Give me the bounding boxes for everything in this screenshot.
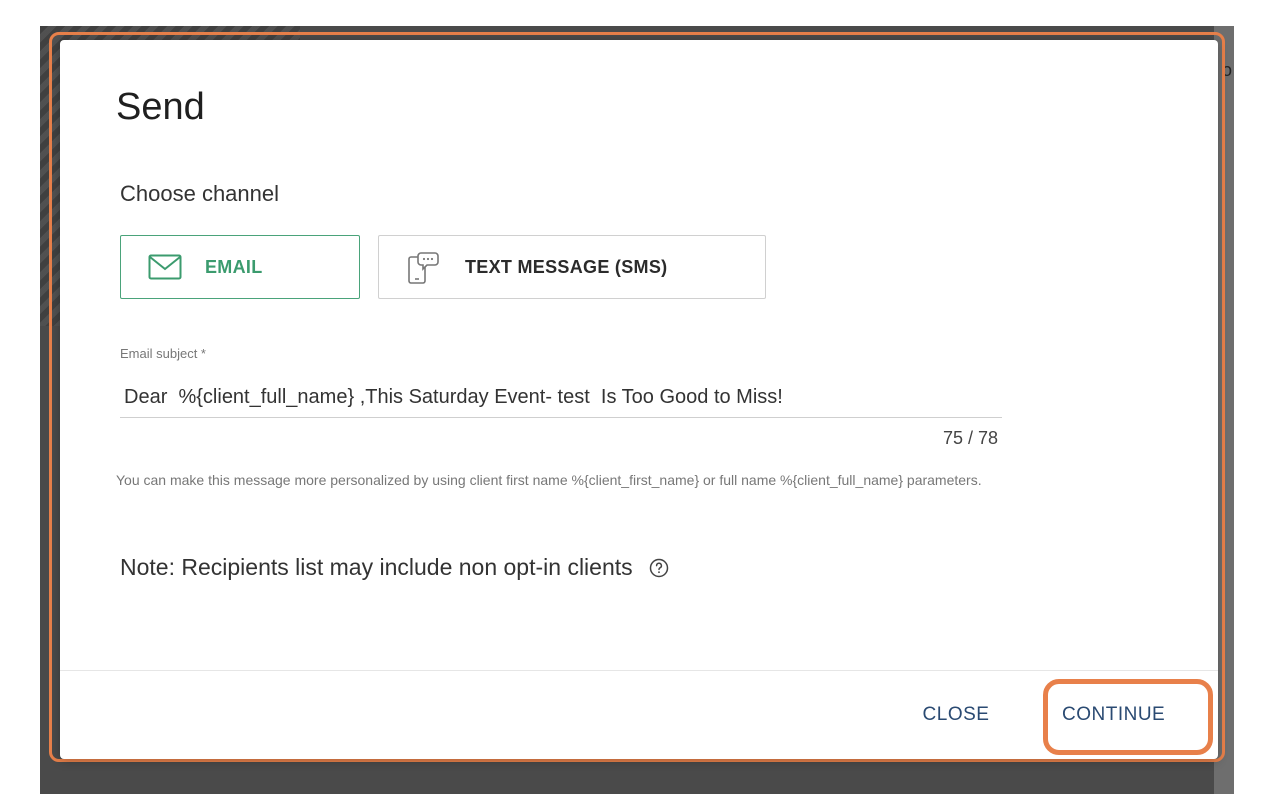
channel-email-label: EMAIL bbox=[205, 256, 263, 277]
footer-divider bbox=[60, 670, 1218, 671]
close-button[interactable]: CLOSE bbox=[906, 695, 1006, 735]
send-dialog: Send Choose channel EMAIL TEXT MESSAGE (… bbox=[60, 40, 1218, 759]
channel-sms-label: TEXT MESSAGE (SMS) bbox=[465, 256, 668, 277]
character-counter: 75 / 78 bbox=[942, 428, 998, 448]
channel-sms-button[interactable]: TEXT MESSAGE (SMS) bbox=[378, 235, 766, 299]
help-icon[interactable] bbox=[649, 558, 669, 578]
personalization-hint: You can make this message more personali… bbox=[116, 472, 982, 488]
channel-email-button[interactable]: EMAIL bbox=[120, 235, 360, 299]
choose-channel-label: Choose channel bbox=[120, 181, 280, 206]
opt-in-note: Note: Recipients list may include non op… bbox=[120, 554, 669, 581]
opt-in-note-text: Note: Recipients list may include non op… bbox=[120, 554, 633, 580]
email-subject-label: Email subject * bbox=[120, 346, 206, 361]
phone-chat-icon bbox=[405, 252, 441, 284]
envelope-icon bbox=[147, 252, 183, 282]
continue-highlight-ring bbox=[1043, 679, 1213, 755]
email-subject-input[interactable] bbox=[120, 378, 1002, 418]
dialog-title: Send bbox=[116, 86, 205, 128]
